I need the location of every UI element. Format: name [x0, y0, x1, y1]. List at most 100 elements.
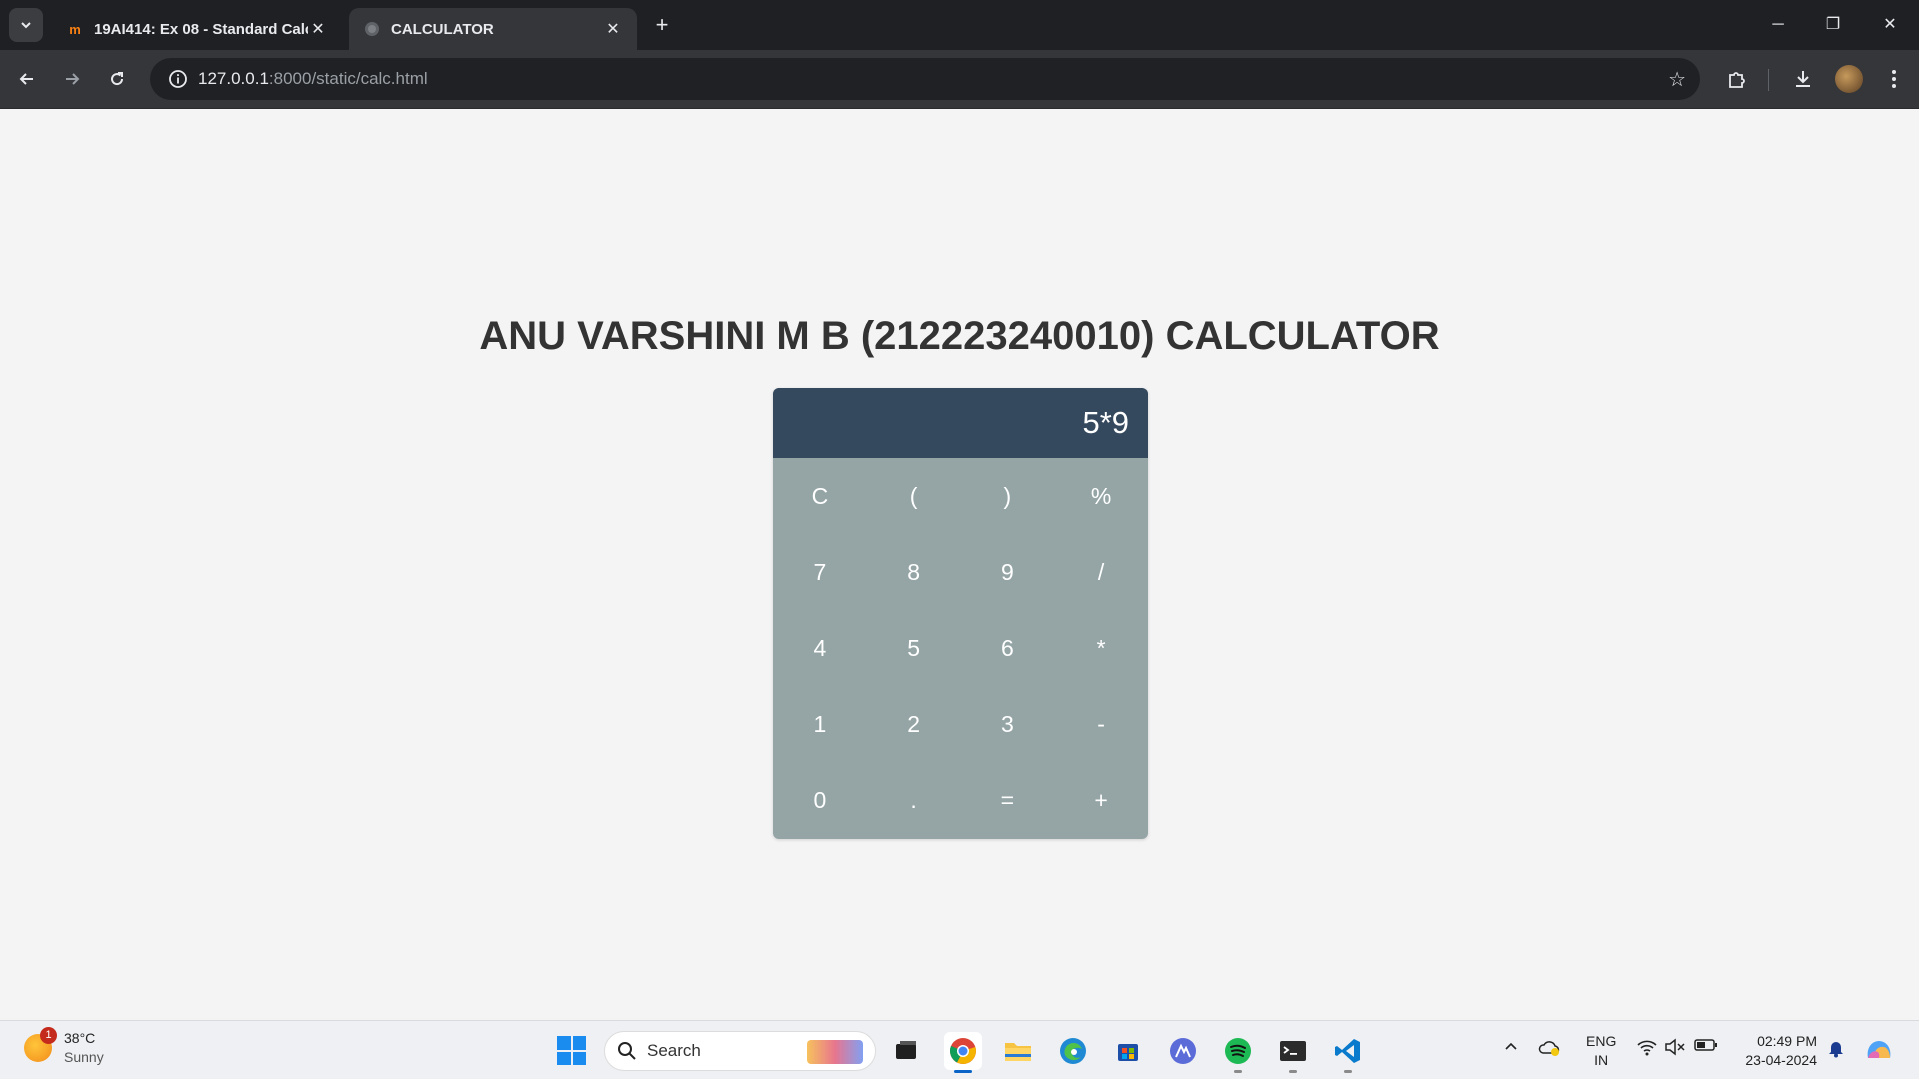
bookmark-star-icon[interactable]: ☆ — [1668, 67, 1686, 92]
taskbar: 1 38°C Sunny Search ENG IN 02:49 PM 23-0… — [0, 1020, 1919, 1079]
page-content: ANU VARSHINI M B (212223240010) CALCULAT… — [0, 109, 1919, 1020]
chrome-icon[interactable] — [944, 1032, 982, 1073]
windows-logo-icon-part — [557, 1051, 571, 1065]
key-5[interactable]: 5 — [867, 610, 961, 686]
key-open-paren[interactable]: ( — [867, 458, 961, 534]
onedrive-icon[interactable] — [1538, 1038, 1562, 1058]
clock-date: 23-04-2024 — [1745, 1052, 1817, 1068]
bell-icon[interactable] — [1826, 1038, 1846, 1058]
key-2[interactable]: 2 — [867, 686, 961, 762]
spotify-icon[interactable] — [1219, 1032, 1257, 1073]
task-view-icon[interactable] — [887, 1032, 925, 1070]
url-host: 127.0.0.1 — [198, 69, 269, 88]
kebab-menu-icon — [1892, 70, 1896, 88]
chevron-down-icon — [21, 22, 31, 29]
browser-tab-strip: m 19AI414: Ex 08 - Standard Calcu ✕ CALC… — [0, 0, 1919, 50]
address-bar[interactable]: 127.0.0.1:8000/static/calc.html ☆ — [150, 58, 1700, 100]
key-1[interactable]: 1 — [773, 686, 867, 762]
key-percent[interactable]: % — [1054, 458, 1148, 534]
calculator: 5*9 C ( ) % 7 8 9 / 4 5 6 * 1 2 3 - 0 . … — [773, 388, 1148, 839]
weather-text: 38°C Sunny — [64, 1029, 104, 1067]
tab-title: CALCULATOR — [391, 20, 494, 38]
tab-ex08[interactable]: m 19AI414: Ex 08 - Standard Calcu ✕ — [52, 8, 342, 50]
key-divide[interactable]: / — [1054, 534, 1148, 610]
globe-icon — [363, 20, 381, 38]
app-icon[interactable] — [1164, 1032, 1202, 1070]
key-6[interactable]: 6 — [961, 610, 1055, 686]
key-minus[interactable]: - — [1054, 686, 1148, 762]
key-9[interactable]: 9 — [961, 534, 1055, 610]
calculator-keypad: C ( ) % 7 8 9 / 4 5 6 * 1 2 3 - 0 . = + — [773, 458, 1148, 838]
weather-temp: 38°C — [64, 1030, 96, 1046]
clock-time: 02:49 PM — [1757, 1033, 1817, 1049]
language-region: IN — [1594, 1052, 1609, 1068]
back-button[interactable] — [12, 64, 42, 94]
close-window-button[interactable]: ✕ — [1870, 10, 1910, 40]
key-plus[interactable]: + — [1054, 762, 1148, 838]
windows-logo-icon-part — [572, 1036, 586, 1050]
search-highlight-image — [807, 1040, 863, 1064]
key-clear[interactable]: C — [773, 458, 867, 534]
file-explorer-icon[interactable] — [999, 1032, 1037, 1070]
tab-search-button[interactable] — [9, 8, 43, 42]
edge-icon[interactable] — [1054, 1032, 1092, 1070]
key-equals[interactable]: = — [961, 762, 1055, 838]
vscode-icon[interactable] — [1329, 1032, 1367, 1073]
new-tab-button[interactable]: + — [652, 12, 672, 38]
running-indicator — [1344, 1070, 1352, 1073]
reload-button[interactable] — [102, 64, 132, 94]
extensions-button[interactable] — [1722, 64, 1752, 94]
weather-condition: Sunny — [64, 1049, 104, 1065]
copilot-icon[interactable] — [1864, 1038, 1894, 1064]
downloads-button[interactable] — [1788, 64, 1818, 94]
key-3[interactable]: 3 — [961, 686, 1055, 762]
moodle-icon: m — [69, 21, 81, 37]
profile-avatar[interactable] — [1835, 65, 1863, 93]
download-icon — [1796, 71, 1810, 87]
notification-badge: 1 — [40, 1027, 57, 1044]
minimize-button[interactable]: ─ — [1758, 10, 1798, 40]
key-0[interactable]: 0 — [773, 762, 867, 838]
restore-button[interactable]: ❐ — [1813, 10, 1853, 40]
wifi-icon[interactable] — [1636, 1038, 1658, 1056]
windows-logo-icon — [557, 1036, 571, 1050]
forward-button[interactable] — [57, 64, 87, 94]
key-decimal[interactable]: . — [867, 762, 961, 838]
battery-icon[interactable] — [1694, 1038, 1718, 1052]
browser-toolbar: 127.0.0.1:8000/static/calc.html ☆ — [0, 50, 1919, 109]
weather-widget[interactable]: 1 38°C Sunny — [24, 1027, 104, 1067]
close-icon[interactable]: ✕ — [308, 19, 328, 39]
menu-button[interactable] — [1879, 64, 1909, 94]
arrow-left-icon — [19, 73, 33, 85]
tab-title: 19AI414: Ex 08 - Standard Calcu — [94, 20, 308, 38]
language-indicator[interactable]: ENG IN — [1586, 1032, 1616, 1070]
chevron-up-icon[interactable] — [1503, 1038, 1519, 1054]
calculator-display: 5*9 — [773, 388, 1148, 458]
site-info-icon[interactable] — [158, 69, 198, 89]
key-8[interactable]: 8 — [867, 534, 961, 610]
running-indicator — [1234, 1070, 1242, 1073]
key-7[interactable]: 7 — [773, 534, 867, 610]
key-close-paren[interactable]: ) — [961, 458, 1055, 534]
system-clock[interactable]: 02:49 PM 23-04-2024 — [1737, 1032, 1817, 1070]
active-indicator — [954, 1070, 972, 1073]
language-code: ENG — [1586, 1033, 1617, 1049]
url-path: :8000/static/calc.html — [268, 69, 428, 88]
reload-icon — [111, 72, 124, 86]
url-text: 127.0.0.1:8000/static/calc.html — [198, 69, 428, 89]
tab-calculator[interactable]: CALCULATOR ✕ — [349, 8, 637, 50]
key-multiply[interactable]: * — [1054, 610, 1148, 686]
page-title: ANU VARSHINI M B (212223240010) CALCULAT… — [479, 314, 1440, 358]
taskbar-search[interactable]: Search — [604, 1031, 876, 1071]
arrow-right-icon — [66, 73, 80, 85]
sun-icon: 1 — [24, 1027, 57, 1062]
volume-muted-icon[interactable] — [1664, 1038, 1686, 1056]
search-label: Search — [647, 1041, 701, 1060]
search-icon — [618, 1042, 636, 1060]
close-icon[interactable]: ✕ — [603, 19, 623, 39]
store-icon[interactable] — [1109, 1032, 1147, 1070]
puzzle-icon — [1729, 72, 1745, 88]
key-4[interactable]: 4 — [773, 610, 867, 686]
terminal-icon[interactable] — [1274, 1032, 1312, 1073]
start-button[interactable] — [557, 1036, 586, 1065]
